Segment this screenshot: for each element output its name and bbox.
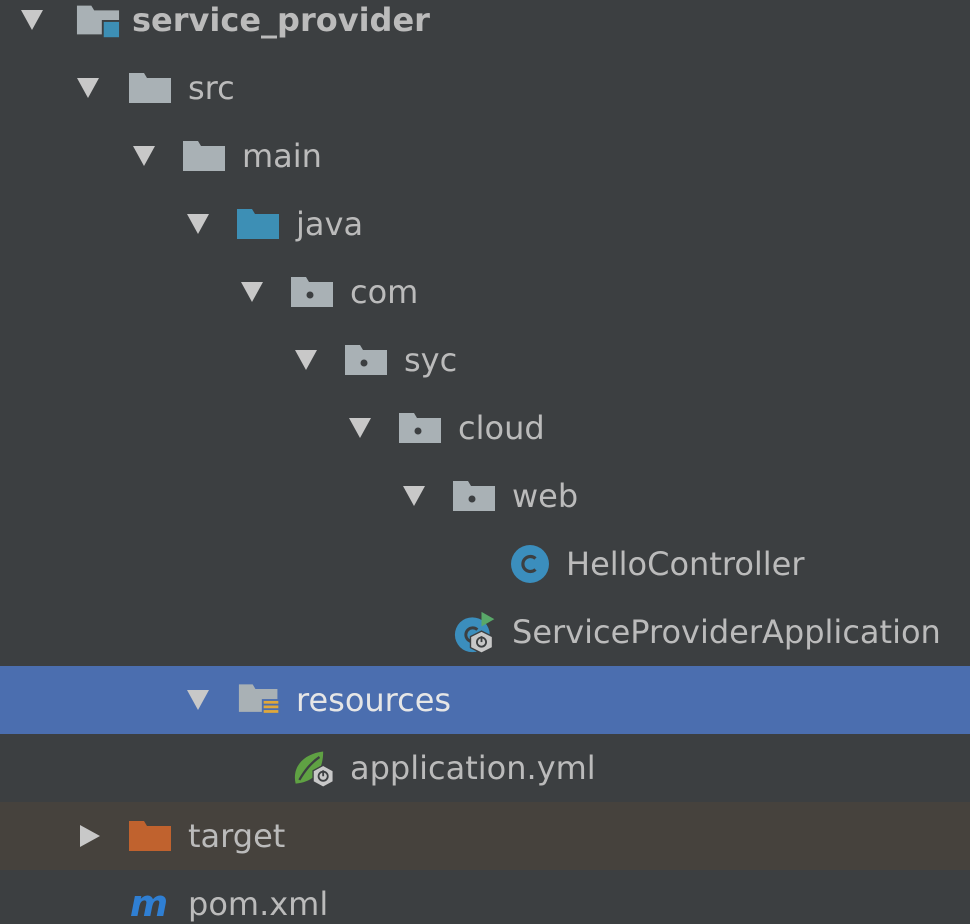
tree-node-service-provider-application[interactable]: ServiceProviderApplication	[0, 598, 970, 666]
tree-node-src[interactable]: src	[0, 54, 970, 122]
collapse-arrow-icon[interactable]	[238, 258, 266, 326]
tree-node-label: application.yml	[350, 749, 596, 787]
package-icon	[452, 462, 496, 530]
collapse-arrow-icon[interactable]	[18, 0, 46, 54]
package-icon	[344, 326, 388, 394]
maven-file-icon: m	[128, 870, 172, 924]
package-icon	[398, 394, 442, 462]
tree-node-label: syc	[404, 341, 458, 379]
expand-arrow-icon[interactable]	[76, 802, 104, 870]
collapse-arrow-icon[interactable]	[400, 462, 428, 530]
tree-node-java[interactable]: java	[0, 190, 970, 258]
collapse-arrow-icon[interactable]	[184, 190, 212, 258]
package-icon	[290, 258, 334, 326]
collapse-arrow-icon[interactable]	[74, 54, 102, 122]
tree-node-syc[interactable]: syc	[0, 326, 970, 394]
tree-node-com[interactable]: com	[0, 258, 970, 326]
tree-node-label: cloud	[458, 409, 545, 447]
tree-node-main[interactable]: main	[0, 122, 970, 190]
tree-node-label: ServiceProviderApplication	[512, 613, 941, 651]
tree-node-label: service_provider	[132, 1, 430, 39]
collapse-arrow-icon[interactable]	[130, 122, 158, 190]
tree-node-resources[interactable]: resources	[0, 666, 970, 734]
tree-node-service-provider[interactable]: service_provider	[0, 0, 970, 54]
svg-text:m: m	[130, 884, 168, 924]
tree-node-web[interactable]: web	[0, 462, 970, 530]
tree-node-label: HelloController	[566, 545, 805, 583]
project-tree: service_provider src main java com syc c…	[0, 0, 970, 924]
module-folder-icon	[76, 0, 120, 54]
source-root-folder-icon	[236, 190, 280, 258]
spring-boot-run-class-icon	[454, 598, 498, 666]
tree-node-label: web	[512, 477, 579, 515]
tree-node-label: pom.xml	[188, 885, 329, 923]
java-class-icon	[508, 530, 552, 598]
tree-node-label: src	[188, 69, 235, 107]
tree-node-application-yml[interactable]: application.yml	[0, 734, 970, 802]
resources-root-folder-icon	[238, 666, 282, 734]
tree-node-label: main	[242, 137, 322, 175]
tree-node-label: target	[188, 817, 286, 855]
tree-node-label: resources	[296, 681, 452, 719]
tree-node-label: java	[296, 205, 364, 243]
collapse-arrow-icon[interactable]	[292, 326, 320, 394]
tree-node-cloud[interactable]: cloud	[0, 394, 970, 462]
collapse-arrow-icon[interactable]	[184, 666, 212, 734]
excluded-folder-icon	[128, 802, 172, 870]
collapse-arrow-icon[interactable]	[346, 394, 374, 462]
tree-node-target[interactable]: target	[0, 802, 970, 870]
spring-config-file-icon	[292, 734, 336, 802]
tree-node-hello-controller[interactable]: HelloController	[0, 530, 970, 598]
folder-icon	[182, 122, 226, 190]
tree-node-label: com	[350, 273, 419, 311]
folder-icon	[128, 54, 172, 122]
tree-node-pom-xml[interactable]: m pom.xml	[0, 870, 970, 924]
